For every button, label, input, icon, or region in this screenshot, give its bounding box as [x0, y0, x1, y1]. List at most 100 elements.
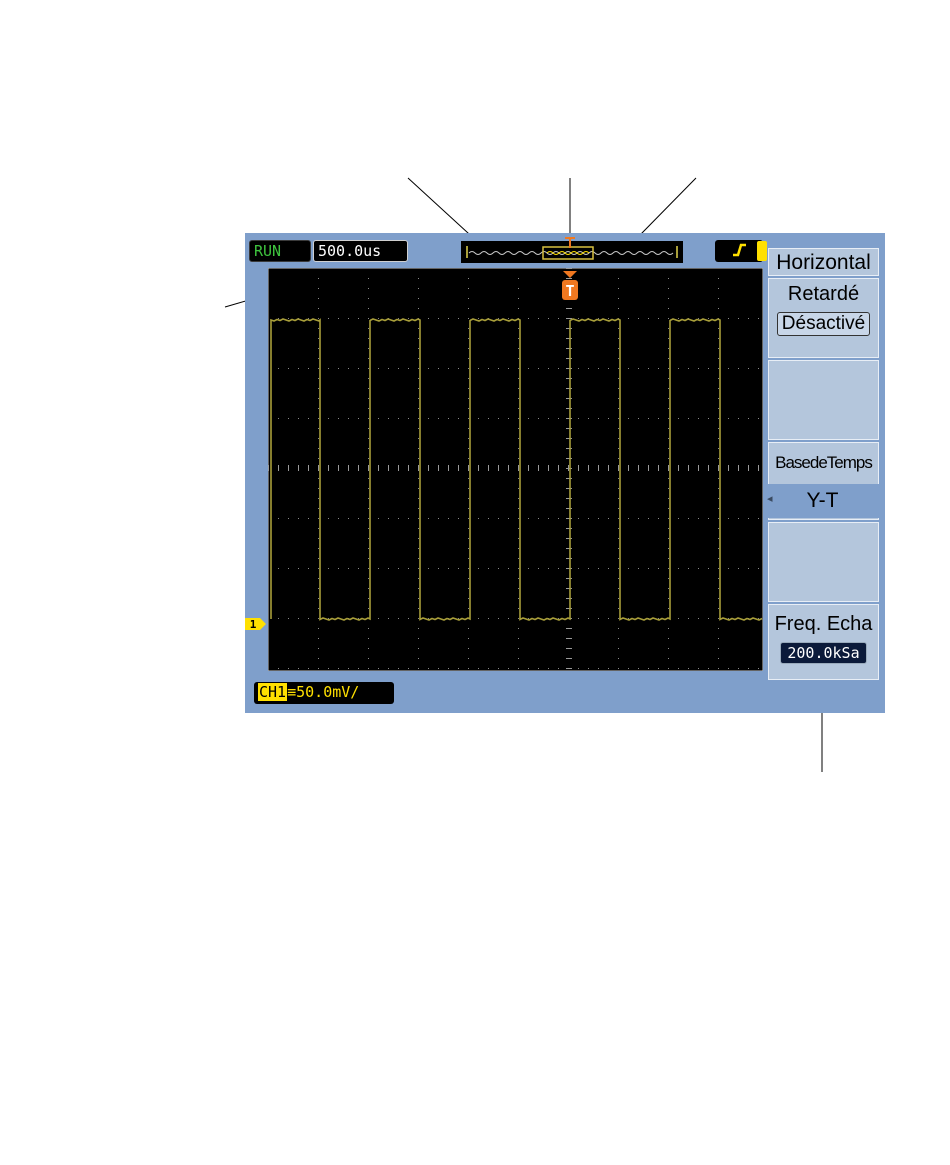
- center-axis-tick: [566, 558, 572, 559]
- grid-dot: [418, 658, 419, 659]
- center-axis-tick: [298, 465, 299, 471]
- center-axis-tick: [558, 465, 559, 471]
- menu-timebase-label: BasedeTemps: [775, 453, 873, 472]
- trigger-marker-icon: T: [562, 271, 578, 300]
- grid-dot: [518, 418, 519, 419]
- grid-dot: [468, 538, 469, 539]
- grid-dot: [678, 368, 679, 369]
- grid-dot: [618, 338, 619, 339]
- grid-dot: [508, 368, 509, 369]
- grid-dot: [318, 578, 319, 579]
- grid-dot: [518, 368, 519, 369]
- grid-dot: [668, 578, 669, 579]
- grid-dot: [628, 618, 629, 619]
- run-status: RUN: [249, 240, 311, 262]
- grid-dot: [678, 668, 679, 669]
- grid-dot: [518, 558, 519, 559]
- menu-delayed-button[interactable]: Retardé Désactivé: [768, 278, 879, 358]
- grid-dot: [368, 628, 369, 629]
- center-axis-tick: [566, 358, 572, 359]
- grid-dot: [318, 548, 319, 549]
- grid-dot: [468, 488, 469, 489]
- grid-dot: [738, 568, 739, 569]
- center-axis-tick: [618, 465, 619, 471]
- center-axis-tick: [566, 488, 572, 489]
- grid-dot: [658, 518, 659, 519]
- grid-dot: [638, 368, 639, 369]
- grid-dot: [668, 628, 669, 629]
- grid-dot: [518, 458, 519, 459]
- grid-dot: [418, 508, 419, 509]
- grid-dot: [668, 298, 669, 299]
- grid-dot: [598, 518, 599, 519]
- grid-dot: [368, 408, 369, 409]
- grid-dot: [518, 428, 519, 429]
- grid-dot: [618, 358, 619, 359]
- menu-delayed-label: Retardé: [787, 283, 860, 305]
- grid-dot: [328, 568, 329, 569]
- grid-dot: [318, 368, 319, 369]
- grid-dot: [698, 418, 699, 419]
- center-axis-tick: [518, 465, 519, 471]
- grid-dot: [668, 388, 669, 389]
- grid-dot: [288, 668, 289, 669]
- grid-dot: [418, 588, 419, 589]
- grid-dot: [368, 528, 369, 529]
- grid-dot: [458, 618, 459, 619]
- grid-dot: [668, 538, 669, 539]
- grid-dot: [308, 668, 309, 669]
- grid-dot: [708, 518, 709, 519]
- grid-dot: [308, 618, 309, 619]
- grid-dot: [658, 668, 659, 669]
- grid-dot: [608, 418, 609, 419]
- center-axis-tick: [566, 568, 572, 569]
- grid-dot: [678, 418, 679, 419]
- grid-dot: [688, 368, 689, 369]
- center-axis-tick: [566, 608, 572, 609]
- grid-dot: [498, 618, 499, 619]
- grid-dot: [718, 348, 719, 349]
- center-axis-tick: [748, 465, 749, 471]
- grid-dot: [518, 578, 519, 579]
- grid-dot: [488, 668, 489, 669]
- grid-dot: [468, 648, 469, 649]
- grid-dot: [528, 368, 529, 369]
- grid-dot: [688, 418, 689, 419]
- grid-dot: [318, 538, 319, 539]
- center-axis-tick: [598, 465, 599, 471]
- center-axis-tick: [718, 465, 719, 471]
- grid-dot: [458, 568, 459, 569]
- grid-dot: [578, 568, 579, 569]
- grid-dot: [488, 418, 489, 419]
- grid-dot: [278, 368, 279, 369]
- grid-dot: [518, 408, 519, 409]
- grid-dot: [418, 598, 419, 599]
- grid-dot: [468, 548, 469, 549]
- grid-dot: [298, 568, 299, 569]
- grid-dot: [318, 478, 319, 479]
- grid-dot: [368, 368, 369, 369]
- menu-sample-rate-button[interactable]: Freq. Echa 200.0kSa: [768, 604, 879, 680]
- grid-dot: [378, 418, 379, 419]
- grid-dot: [738, 518, 739, 519]
- grid-dot: [468, 578, 469, 579]
- grid-dot: [478, 368, 479, 369]
- grid-dot: [718, 308, 719, 309]
- grid-dot: [468, 348, 469, 349]
- grid-dot: [418, 558, 419, 559]
- grid-dot: [758, 518, 759, 519]
- grid-dot: [528, 518, 529, 519]
- grid-dot: [468, 528, 469, 529]
- grid-dot: [668, 458, 669, 459]
- grid-dot: [518, 298, 519, 299]
- grid-dot: [458, 368, 459, 369]
- grid-dot: [418, 488, 419, 489]
- grid-dot: [488, 518, 489, 519]
- grid-dot: [368, 428, 369, 429]
- grid-dot: [558, 318, 559, 319]
- center-axis-tick: [566, 668, 572, 669]
- grid-dot: [718, 528, 719, 529]
- grid-dot: [718, 498, 719, 499]
- grid-dot: [598, 668, 599, 669]
- center-axis-tick: [566, 468, 572, 469]
